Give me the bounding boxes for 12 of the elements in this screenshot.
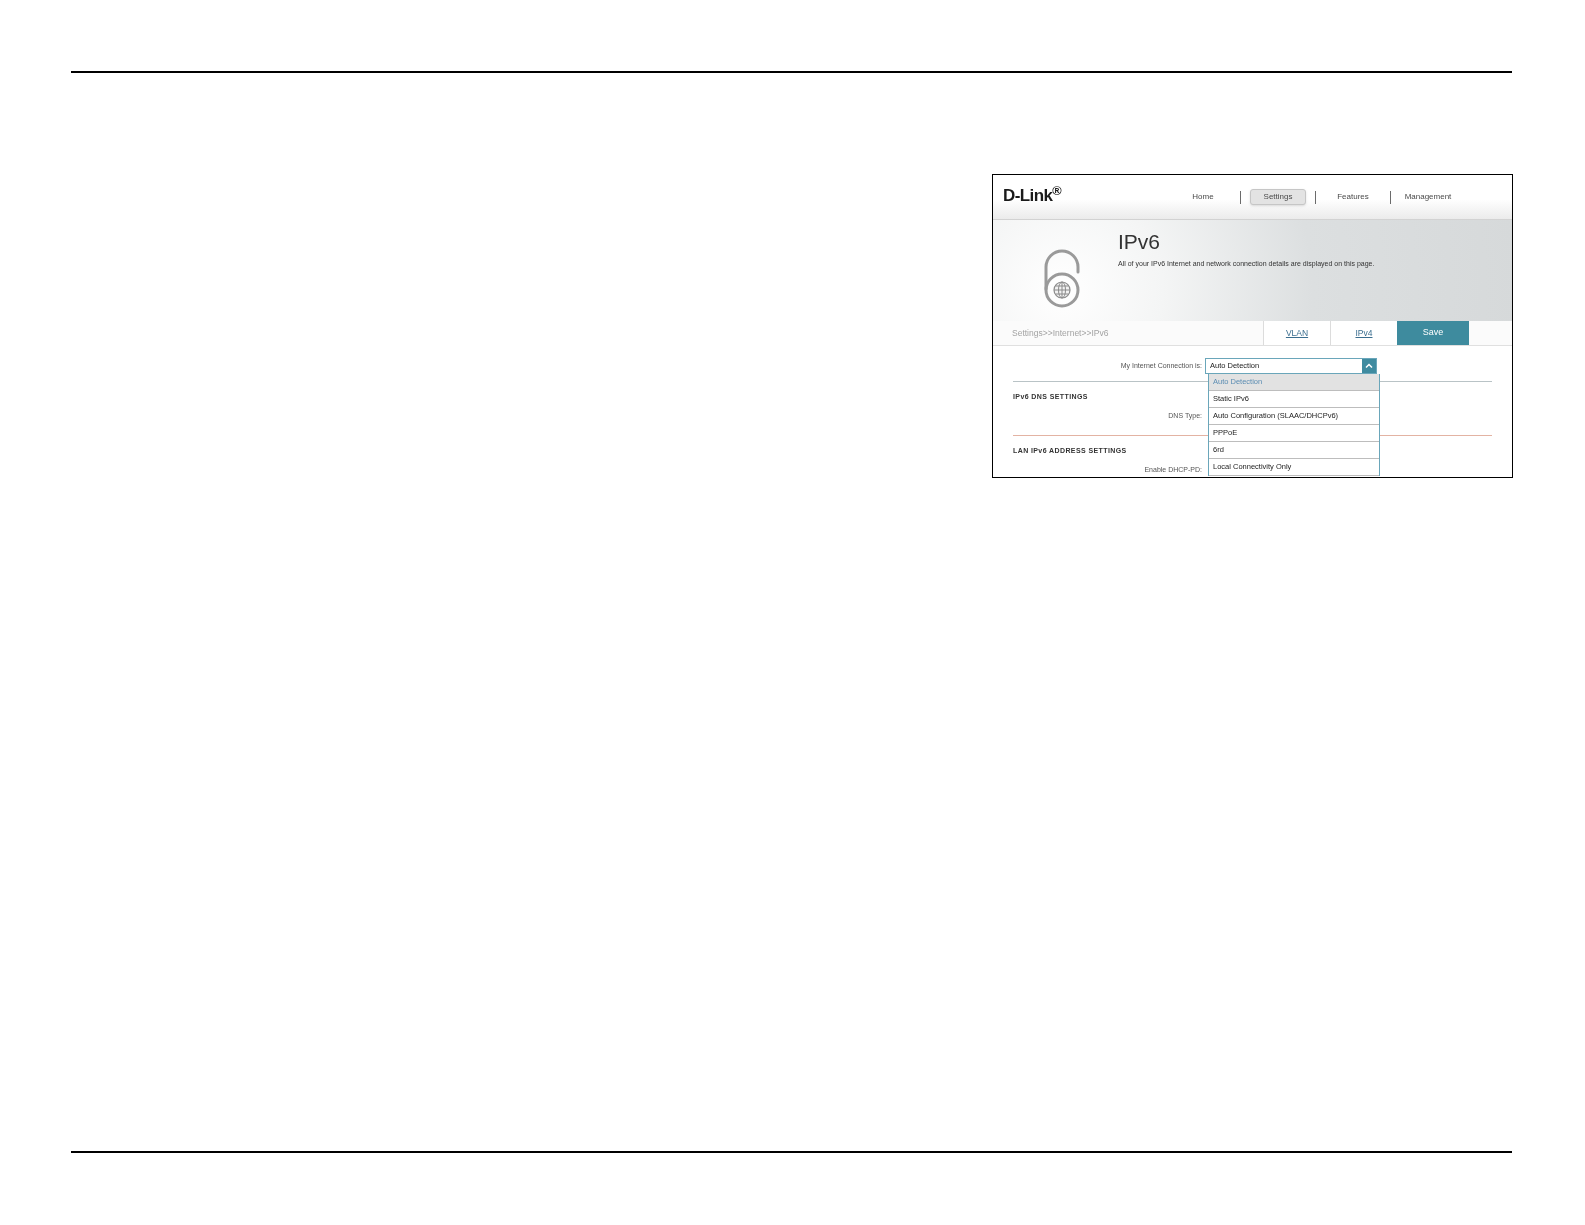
- nav-link[interactable]: IPv4: [1330, 321, 1397, 345]
- nav-tab[interactable]: Management: [1400, 189, 1456, 205]
- save-button[interactable]: Save: [1397, 321, 1469, 345]
- page-title: IPv6: [1118, 231, 1161, 252]
- breadcrumb: Settings>>Internet>>IPv6: [1012, 326, 1109, 340]
- nav-tab[interactable]: Settings: [1250, 189, 1306, 205]
- nav-tab[interactable]: Home: [1175, 189, 1231, 205]
- padlock-globe-icon: [1043, 249, 1081, 308]
- logo: D-Link$^{®}$: [1003, 187, 1062, 204]
- chevron-up-icon[interactable]: [1362, 359, 1376, 373]
- nav-tab[interactable]: Features: [1325, 189, 1381, 205]
- nav-link[interactable]: VLAN: [1263, 321, 1330, 345]
